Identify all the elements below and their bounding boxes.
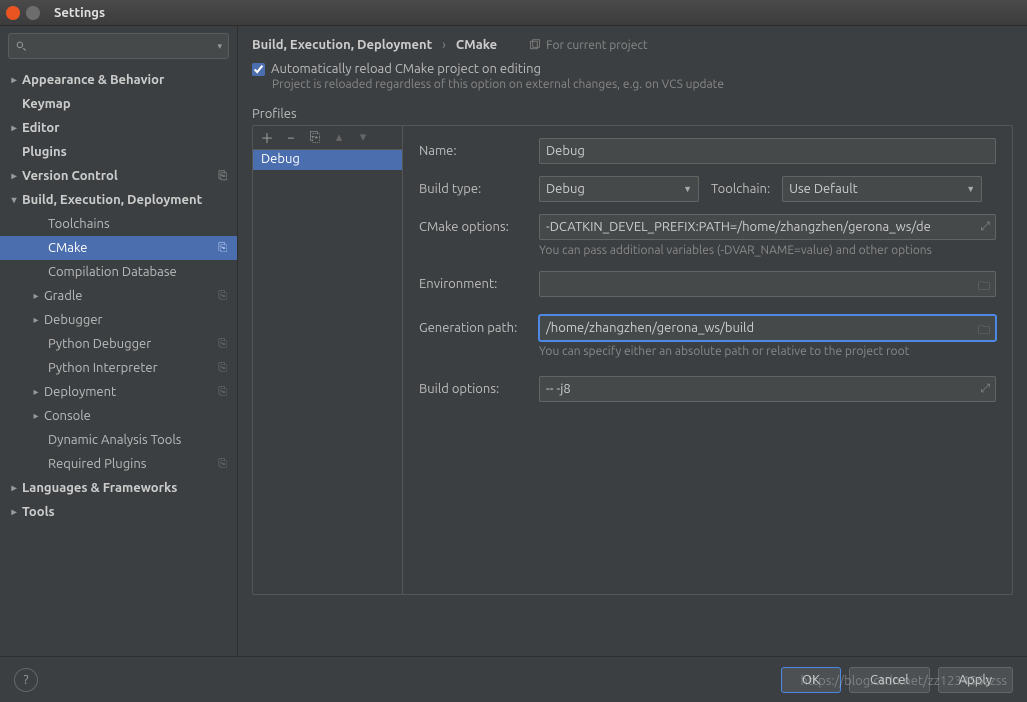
auto-reload-checkbox[interactable] bbox=[252, 63, 265, 76]
search-icon bbox=[15, 40, 28, 53]
profile-form: Name: Build type: Debug▼ Toolchain: Use … bbox=[403, 126, 1012, 594]
nav-languages-frameworks[interactable]: ▸Languages & Frameworks bbox=[0, 476, 237, 500]
chevron-right-icon: ▸ bbox=[8, 74, 20, 86]
project-scope-icon bbox=[529, 39, 541, 51]
build-options-input[interactable]: -- -j8 bbox=[539, 376, 996, 402]
build-type-label: Build type: bbox=[419, 182, 539, 196]
titlebar: Settings bbox=[0, 0, 1027, 26]
chevron-down-icon: ▼ bbox=[683, 184, 692, 194]
nav-version-control[interactable]: ▸Version Control⎘ bbox=[0, 164, 237, 188]
expand-icon[interactable]: ⤢ bbox=[980, 220, 990, 234]
apply-button[interactable]: Apply bbox=[938, 667, 1013, 693]
generation-path-hint: You can specify either an absolute path … bbox=[539, 345, 996, 358]
remove-profile-button[interactable]: − bbox=[281, 128, 301, 148]
dialog-footer: ? OK Cancel Apply bbox=[0, 656, 1027, 702]
nav-debugger[interactable]: ▸Debugger bbox=[0, 308, 237, 332]
settings-tree: ▸Appearance & Behavior Keymap ▸Editor Pl… bbox=[0, 66, 237, 656]
profiles-area: ＋ − ⎘ ▴ ▾ Debug Name: Build type: bbox=[252, 125, 1013, 595]
toolchain-dropdown[interactable]: Use Default▼ bbox=[782, 176, 982, 202]
auto-reload-label: Automatically reload CMake project on ed… bbox=[271, 62, 541, 76]
breadcrumb-current: CMake bbox=[456, 38, 497, 52]
name-label: Name: bbox=[419, 144, 539, 158]
profile-item[interactable]: Debug bbox=[253, 150, 402, 170]
generation-path-input[interactable] bbox=[539, 315, 996, 341]
window-title: Settings bbox=[54, 6, 105, 20]
search-input[interactable]: ▾ bbox=[8, 33, 229, 59]
profiles-section-label: Profiles bbox=[238, 101, 1027, 125]
main-panel: Build, Execution, Deployment › CMake For… bbox=[238, 26, 1027, 656]
environment-input[interactable] bbox=[539, 271, 996, 297]
profiles-list: ＋ − ⎘ ▴ ▾ Debug bbox=[253, 126, 403, 594]
add-profile-button[interactable]: ＋ bbox=[257, 128, 277, 148]
build-options-label: Build options: bbox=[419, 382, 539, 396]
chevron-down-icon: ▼ bbox=[966, 184, 975, 194]
nav-python-interpreter[interactable]: Python Interpreter⎘ bbox=[0, 356, 237, 380]
close-window-icon[interactable] bbox=[6, 6, 20, 20]
nav-compilation-database[interactable]: Compilation Database bbox=[0, 260, 237, 284]
nav-build-exec-deploy[interactable]: ▾Build, Execution, Deployment bbox=[0, 188, 237, 212]
nav-cmake[interactable]: CMake⎘ bbox=[0, 236, 237, 260]
nav-editor[interactable]: ▸Editor bbox=[0, 116, 237, 140]
move-down-button[interactable]: ▾ bbox=[353, 128, 373, 148]
chevron-down-icon: ▾ bbox=[217, 41, 222, 52]
sidebar: ▾ ▸Appearance & Behavior Keymap ▸Editor … bbox=[0, 26, 238, 656]
chevron-right-icon: ▸ bbox=[8, 170, 20, 182]
copy-profile-button[interactable]: ⎘ bbox=[305, 128, 325, 148]
ok-button[interactable]: OK bbox=[781, 667, 841, 693]
cmake-options-input[interactable] bbox=[539, 214, 996, 240]
for-current-project-label: For current project bbox=[529, 39, 648, 52]
minimize-window-icon[interactable] bbox=[26, 6, 40, 20]
chevron-right-icon: ▸ bbox=[30, 314, 42, 326]
project-scope-icon: ⎘ bbox=[218, 386, 227, 399]
nav-deployment[interactable]: ▸Deployment⎘ bbox=[0, 380, 237, 404]
cmake-options-label: CMake options: bbox=[419, 220, 539, 234]
environment-label: Environment: bbox=[419, 277, 539, 291]
help-button[interactable]: ? bbox=[14, 668, 38, 692]
chevron-right-icon: ▸ bbox=[30, 290, 42, 302]
nav-required-plugins[interactable]: Required Plugins⎘ bbox=[0, 452, 237, 476]
cmake-options-hint: You can pass additional variables (-DVAR… bbox=[539, 244, 996, 257]
auto-reload-description: Project is reloaded regardless of this o… bbox=[238, 78, 1027, 91]
nav-gradle[interactable]: ▸Gradle⎘ bbox=[0, 284, 237, 308]
project-scope-icon: ⎘ bbox=[218, 242, 227, 255]
browse-icon[interactable]: 🗀 bbox=[978, 321, 990, 342]
toolchain-label: Toolchain: bbox=[711, 182, 770, 196]
chevron-right-icon: › bbox=[442, 38, 446, 52]
nav-console[interactable]: ▸Console bbox=[0, 404, 237, 428]
chevron-right-icon: ▸ bbox=[8, 482, 20, 494]
nav-keymap[interactable]: Keymap bbox=[0, 92, 237, 116]
project-scope-icon: ⎘ bbox=[218, 170, 227, 183]
generation-path-label: Generation path: bbox=[419, 321, 539, 335]
name-input[interactable] bbox=[539, 138, 996, 164]
nav-appearance[interactable]: ▸Appearance & Behavior bbox=[0, 68, 237, 92]
chevron-down-icon: ▾ bbox=[8, 194, 20, 206]
nav-dynamic-analysis-tools[interactable]: Dynamic Analysis Tools bbox=[0, 428, 237, 452]
breadcrumb-root[interactable]: Build, Execution, Deployment bbox=[252, 38, 432, 52]
nav-python-debugger[interactable]: Python Debugger⎘ bbox=[0, 332, 237, 356]
nav-toolchains[interactable]: Toolchains bbox=[0, 212, 237, 236]
project-scope-icon: ⎘ bbox=[218, 362, 227, 375]
breadcrumb: Build, Execution, Deployment › CMake For… bbox=[238, 26, 1027, 60]
chevron-right-icon: ▸ bbox=[30, 386, 42, 398]
profiles-toolbar: ＋ − ⎘ ▴ ▾ bbox=[253, 126, 402, 150]
project-scope-icon: ⎘ bbox=[218, 458, 227, 471]
expand-icon[interactable]: ⤢ bbox=[980, 382, 990, 396]
project-scope-icon: ⎘ bbox=[218, 290, 227, 303]
nav-plugins[interactable]: Plugins bbox=[0, 140, 237, 164]
browse-icon[interactable]: 🗀 bbox=[978, 277, 990, 298]
chevron-right-icon: ▸ bbox=[8, 506, 20, 518]
chevron-right-icon: ▸ bbox=[8, 122, 20, 134]
chevron-right-icon: ▸ bbox=[30, 410, 42, 422]
cancel-button[interactable]: Cancel bbox=[849, 667, 930, 693]
project-scope-icon: ⎘ bbox=[218, 338, 227, 351]
nav-tools[interactable]: ▸Tools bbox=[0, 500, 237, 524]
build-type-dropdown[interactable]: Debug▼ bbox=[539, 176, 699, 202]
move-up-button[interactable]: ▴ bbox=[329, 128, 349, 148]
